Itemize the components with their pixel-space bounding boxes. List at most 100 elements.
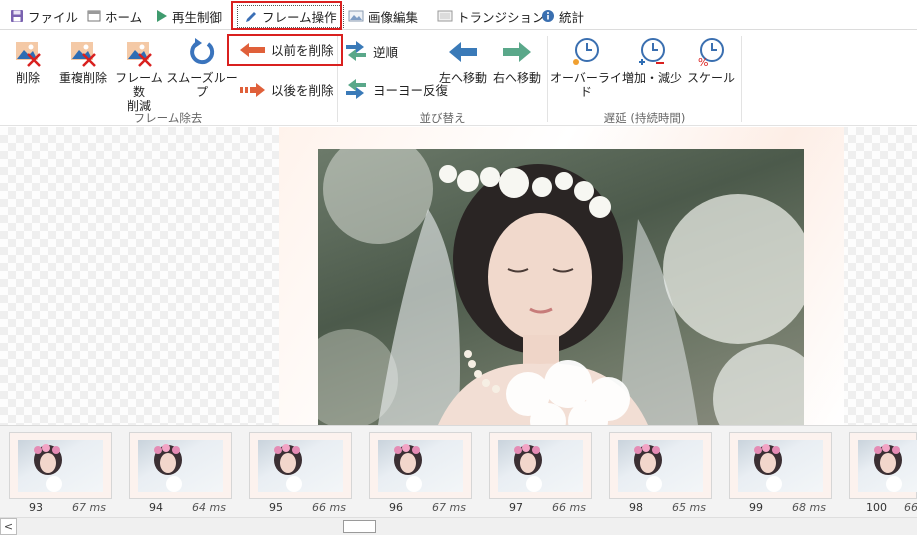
tab-image-edit-label: 画像編集 bbox=[368, 9, 419, 25]
reverse-button[interactable]: 逆順 bbox=[344, 40, 398, 62]
tab-playback[interactable]: 再生制御 bbox=[156, 4, 222, 28]
tab-file[interactable]: ファイル bbox=[10, 4, 78, 28]
scroll-left-button[interactable]: < bbox=[0, 518, 17, 535]
frame-duration: 68 ms bbox=[792, 501, 826, 514]
home-icon bbox=[87, 10, 101, 22]
scale-delay-label: スケール bbox=[686, 71, 735, 85]
frame-number: 94 bbox=[149, 501, 163, 514]
frame-duration: 66 ms bbox=[552, 501, 586, 514]
frame-number: 97 bbox=[509, 501, 523, 514]
frame-thumbnail[interactable] bbox=[489, 432, 592, 499]
image-icon bbox=[348, 10, 364, 22]
frame-list: 93 67 ms 94 64 ms 95 66 ms 96 67 ms 97 6… bbox=[0, 425, 917, 527]
clock-plus-minus-icon bbox=[639, 38, 665, 65]
info-icon bbox=[542, 10, 554, 22]
frame-number: 96 bbox=[389, 501, 403, 514]
tab-home-label: ホーム bbox=[105, 9, 143, 25]
svg-text:%: % bbox=[698, 56, 708, 68]
tab-image-edit[interactable]: 画像編集 bbox=[348, 4, 418, 28]
pencil-icon bbox=[246, 11, 256, 22]
frame-thumbnail-image bbox=[738, 440, 823, 492]
tab-file-label: ファイル bbox=[28, 9, 79, 25]
play-icon bbox=[157, 10, 167, 22]
frame-number: 95 bbox=[269, 501, 283, 514]
arrow-left-orange-icon bbox=[240, 42, 265, 57]
delete-before-label: 以前を削除 bbox=[271, 43, 334, 58]
delete-before-button[interactable]: 以前を削除 bbox=[240, 40, 334, 59]
move-right-label: 右へ移動 bbox=[492, 71, 541, 85]
reduce-frames-icon bbox=[127, 42, 152, 67]
frame-duration: 67 ms bbox=[432, 501, 466, 514]
frame-number: 99 bbox=[749, 501, 763, 514]
tab-transition[interactable]: トランジション bbox=[437, 4, 545, 28]
remove-duplicates-label: 重複削除 bbox=[58, 71, 107, 85]
frame-thumbnail[interactable] bbox=[729, 432, 832, 499]
frame-number: 100 bbox=[866, 501, 887, 514]
frame-thumbnail[interactable] bbox=[249, 432, 352, 499]
increase-decrease-delay-label: 増加・減少 bbox=[622, 71, 683, 85]
frame-number: 98 bbox=[629, 501, 643, 514]
reduce-frame-count-label-1: フレーム数 bbox=[115, 71, 163, 99]
delete-button-label: 削除 bbox=[15, 71, 40, 85]
scrollbar-thumb[interactable] bbox=[343, 520, 376, 533]
remove-duplicates-button[interactable]: 重複削除 bbox=[56, 36, 110, 85]
increase-decrease-delay-button[interactable]: 増加・減少 bbox=[622, 36, 682, 85]
frame-thumbnail-image bbox=[18, 440, 103, 492]
ribbon-panel: 削除 重複削除 フレーム数 削減 スムーズループ 以前を削除 以後を削除 フレー… bbox=[0, 30, 917, 126]
tab-frame-edit[interactable]: フレーム操作 bbox=[237, 5, 344, 28]
ribbon-tab-bar: ファイル ホーム 再生制御 フレーム操作 画像編集 トランジション 統計 bbox=[0, 0, 917, 30]
reduce-frame-count-button[interactable]: フレーム数 削減 bbox=[112, 36, 166, 113]
override-delay-label: オーバーライド bbox=[550, 71, 622, 99]
frame-thumbnail-image bbox=[618, 440, 703, 492]
reverse-icon bbox=[346, 41, 366, 61]
save-icon bbox=[11, 10, 23, 22]
tab-playback-label: 再生制御 bbox=[172, 9, 223, 25]
group-label-reorder: 並び替え bbox=[419, 111, 466, 125]
tab-home[interactable]: ホーム bbox=[87, 4, 142, 28]
clock-icon bbox=[573, 38, 599, 65]
group-separator bbox=[741, 36, 742, 122]
smooth-loop-label: スムーズループ bbox=[166, 71, 238, 99]
arrow-right-teal-icon bbox=[503, 42, 531, 62]
scale-delay-button[interactable]: % スケール bbox=[686, 36, 736, 85]
frame-thumbnail-image bbox=[498, 440, 583, 492]
move-right-button[interactable]: 右へ移動 bbox=[490, 36, 544, 85]
tab-statistics-label: 統計 bbox=[559, 9, 585, 25]
frame-thumbnail-image bbox=[138, 440, 223, 492]
horizontal-scrollbar[interactable]: < bbox=[0, 517, 917, 535]
frame-duration: 64 ms bbox=[192, 501, 226, 514]
delete-frame-icon bbox=[16, 42, 41, 67]
frame-thumbnail[interactable] bbox=[849, 432, 917, 499]
loop-icon bbox=[190, 38, 215, 65]
reverse-label: 逆順 bbox=[373, 44, 399, 60]
delete-after-button[interactable]: 以後を削除 bbox=[240, 80, 334, 99]
tab-statistics[interactable]: 統計 bbox=[541, 4, 584, 28]
tab-frame-edit-label: フレーム操作 bbox=[262, 10, 337, 25]
frame-duration: 65 ms bbox=[672, 501, 706, 514]
delete-button[interactable]: 削除 bbox=[10, 36, 46, 85]
tab-transition-label: トランジション bbox=[457, 9, 545, 25]
frame-thumbnail[interactable] bbox=[129, 432, 232, 499]
frame-thumbnail-image bbox=[858, 440, 917, 492]
smooth-loop-button[interactable]: スムーズループ bbox=[166, 36, 238, 99]
frame-thumbnail-image bbox=[378, 440, 463, 492]
arrow-left-blue-icon bbox=[449, 42, 477, 62]
frame-number: 93 bbox=[29, 501, 43, 514]
group-label-delay: 遅延 (持続時間) bbox=[603, 111, 686, 125]
move-left-button[interactable]: 左へ移動 bbox=[436, 36, 490, 85]
arrow-right-orange-dashed-icon bbox=[240, 82, 265, 97]
frame-thumbnail[interactable] bbox=[609, 432, 712, 499]
group-label-frame-removal: フレーム除去 bbox=[133, 111, 203, 125]
yoyo-icon bbox=[346, 79, 366, 99]
frame-thumbnail-image bbox=[258, 440, 343, 492]
frame-duration: 66 ms bbox=[312, 501, 346, 514]
bride-photo-image bbox=[318, 149, 804, 425]
frame-thumbnail[interactable] bbox=[369, 432, 472, 499]
override-delay-button[interactable]: オーバーライド bbox=[550, 36, 622, 99]
frame-thumbnail[interactable] bbox=[9, 432, 112, 499]
clock-percent-icon: % bbox=[698, 38, 724, 68]
frame-preview-canvas[interactable] bbox=[0, 127, 917, 425]
frame-duration: 67 ms bbox=[72, 501, 106, 514]
delete-after-label: 以後を削除 bbox=[271, 83, 334, 98]
yoyo-button[interactable]: ヨーヨー反復 bbox=[344, 78, 448, 100]
